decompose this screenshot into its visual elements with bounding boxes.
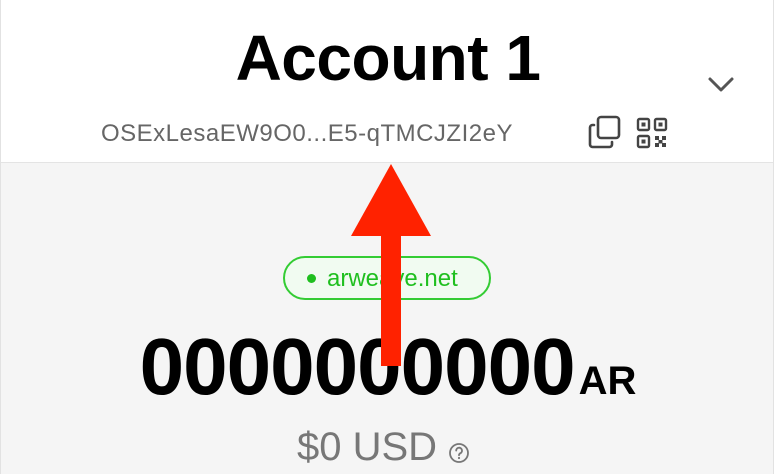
copy-icon[interactable] — [587, 114, 623, 150]
wallet-address: OSExLesaEW9O0...E5-qTMCJZI2eY — [101, 120, 513, 147]
balance-amount: 0000000000 — [139, 322, 576, 411]
fiat-balance: $0 USD — [297, 424, 470, 474]
account-name[interactable]: Account 1 — [1, 22, 773, 94]
fiat-amount: $0 USD — [297, 425, 438, 469]
chevron-down-icon[interactable] — [705, 68, 737, 100]
question-icon[interactable] — [448, 442, 470, 464]
account-header: Account 1 OSExLesaEW9O0...E5-qTMCJZI2eY — [1, 0, 773, 163]
gateway-label: arweave.net — [327, 265, 458, 292]
balance-unit: AR — [578, 359, 637, 403]
status-dot-icon — [307, 274, 316, 283]
address-row: OSExLesaEW9O0...E5-qTMCJZI2eY — [1, 114, 773, 154]
gateway-badge[interactable]: arweave.net — [283, 256, 491, 300]
wallet-popup: Account 1 OSExLesaEW9O0...E5-qTMCJZI2eY — [0, 0, 774, 474]
balance-display: 0000000000 AR — [1, 322, 773, 435]
qr-code-icon[interactable] — [635, 116, 669, 150]
